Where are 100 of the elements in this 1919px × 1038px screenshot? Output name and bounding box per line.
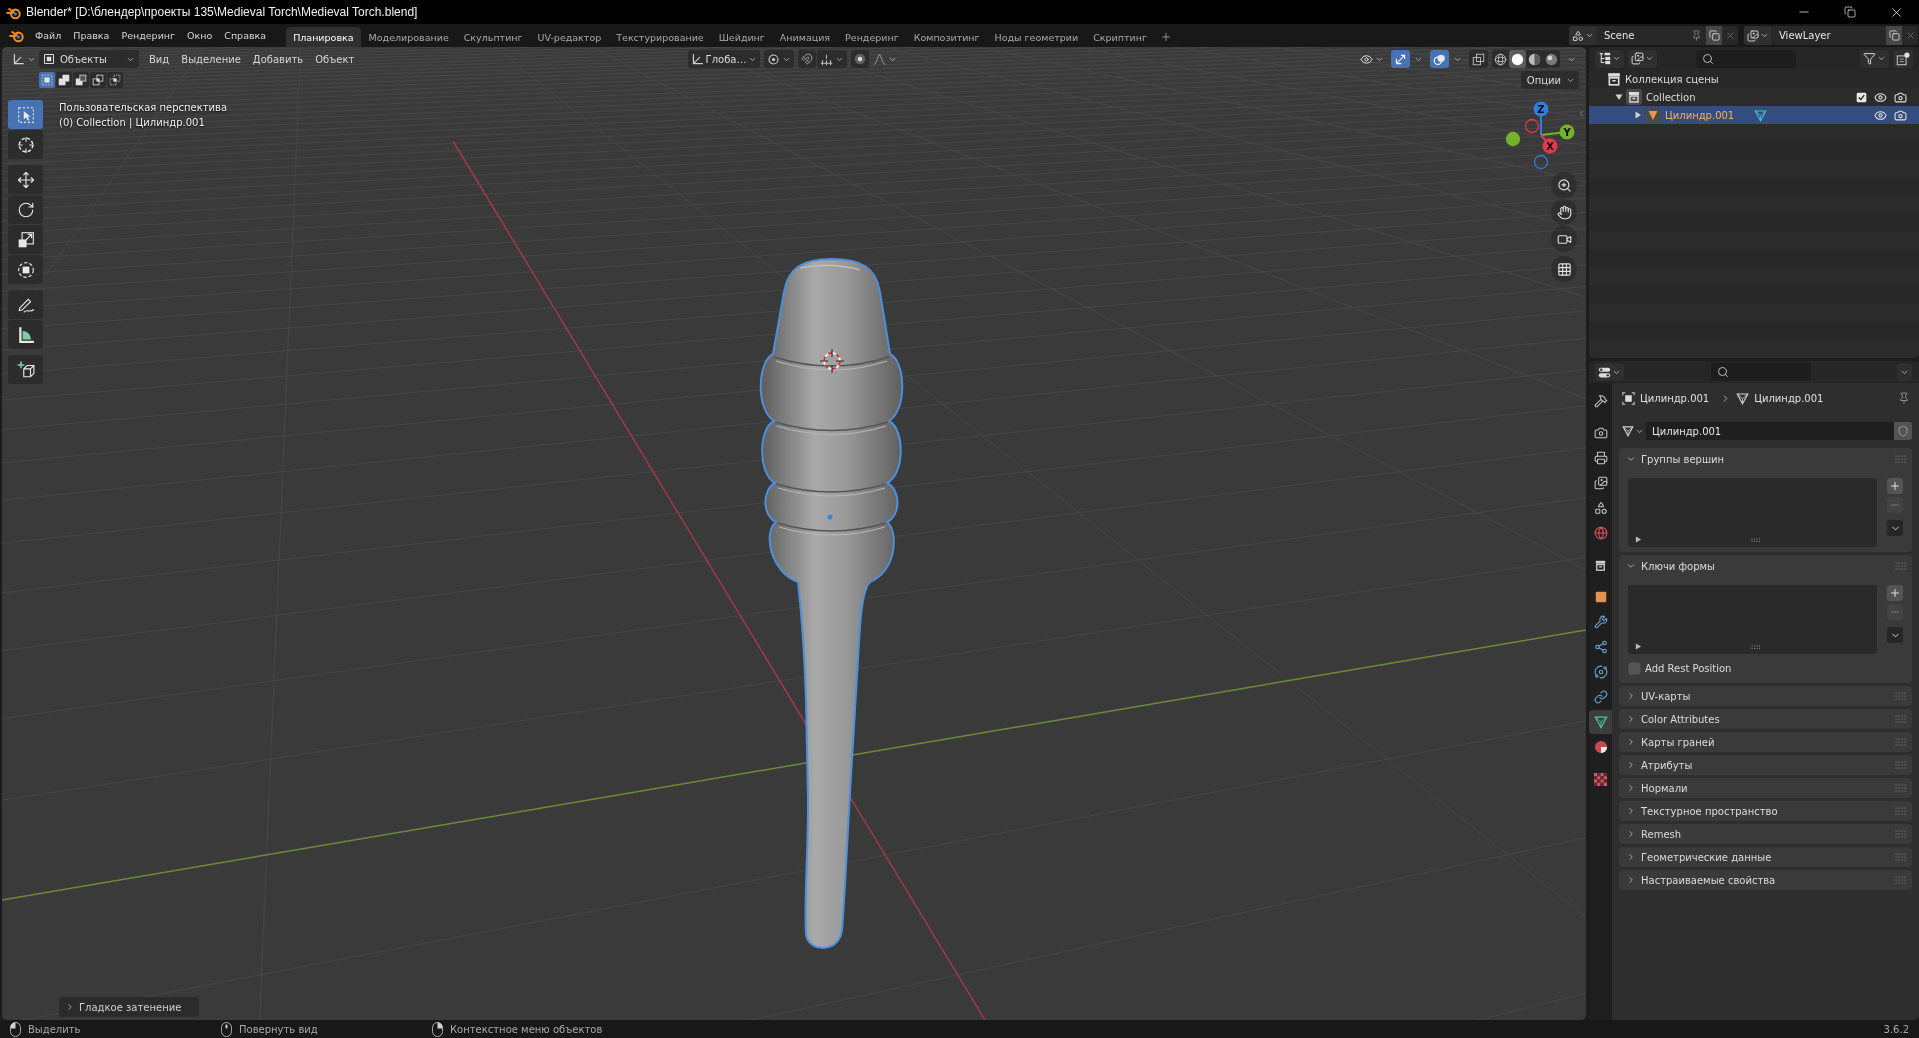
axis-handle[interactable]: Z (1533, 101, 1549, 117)
menu-item[interactable]: Выделение (175, 49, 247, 69)
proportional-toggle[interactable] (851, 50, 870, 68)
add-button[interactable] (1887, 585, 1903, 601)
workspace-tab[interactable]: Шейдинг (711, 27, 772, 47)
tool-button[interactable] (8, 165, 43, 194)
menu-item[interactable]: Объект (309, 49, 361, 69)
panel-header[interactable]: Ключи формы (1619, 555, 1912, 577)
mode-dropdown[interactable]: Объекты (39, 50, 139, 68)
menu-item[interactable]: Рендеринг (115, 25, 181, 46)
pan-button[interactable] (1551, 199, 1577, 225)
checkbox[interactable] (1628, 662, 1641, 675)
workspace-tab[interactable]: Моделирование (361, 27, 456, 47)
camera-icon[interactable] (1894, 90, 1907, 104)
select-mode-button[interactable] (107, 72, 123, 88)
expanded-triangle-icon[interactable] (1615, 93, 1623, 101)
panel-header[interactable]: Геометрические данные (1619, 847, 1912, 867)
filter-dropdown[interactable] (1628, 49, 1657, 68)
panel-header[interactable]: Нормали (1619, 778, 1912, 798)
options-dropdown[interactable]: Опции (1520, 71, 1579, 89)
version-label: 3.6.2 (1883, 1023, 1909, 1035)
axis-handle[interactable]: Y (1559, 124, 1575, 140)
eye-icon[interactable] (1874, 108, 1887, 122)
display-mode-dropdown[interactable] (1595, 49, 1624, 68)
sphere-icon (1593, 740, 1608, 754)
filter-options-dropdown[interactable] (1860, 49, 1889, 68)
workspace-tab[interactable]: Планировка (286, 27, 361, 47)
specials-menu-button[interactable] (1887, 627, 1903, 643)
name-field[interactable]: Цилиндр.001 (1646, 422, 1894, 440)
view-layer-browse-button[interactable] (1744, 26, 1771, 45)
outliner-row[interactable]: Цилиндр.001 (1589, 106, 1919, 124)
orientation-dropdown[interactable]: Глоба… (687, 50, 761, 68)
axis-handle[interactable] (1533, 154, 1549, 170)
magnet-icon (801, 53, 814, 65)
snap-target-dropdown[interactable] (817, 50, 848, 68)
perspective-toggle-button[interactable] (1551, 256, 1577, 282)
checkbox[interactable] (1856, 91, 1867, 103)
panel-header[interactable]: Атрибуты (1619, 755, 1912, 775)
xray-toggle[interactable] (1469, 50, 1488, 68)
add-button[interactable] (1887, 478, 1903, 494)
pin-icon[interactable] (1898, 392, 1910, 404)
panel-header[interactable]: Карты граней (1619, 732, 1912, 752)
tool-button[interactable] (8, 225, 43, 254)
panel-header[interactable]: Color Attributes (1619, 709, 1912, 729)
mesh-triangle-icon (1593, 715, 1608, 729)
axis-handle[interactable]: X (1542, 138, 1558, 154)
workspace-tab[interactable]: Анимация (772, 27, 838, 47)
select-mode-button[interactable] (90, 72, 106, 88)
snap-toggle[interactable] (798, 50, 817, 68)
new-view-layer-button[interactable] (1886, 26, 1902, 45)
pivot-dropdown[interactable] (764, 50, 795, 68)
new-collection-button[interactable] (1893, 49, 1913, 68)
menu-item[interactable]: Вид (143, 49, 176, 69)
tool-button[interactable] (8, 130, 43, 159)
chevron-right-icon (65, 1002, 75, 1012)
menu-item[interactable]: Правка (67, 25, 116, 46)
workspace-tab[interactable]: Композитинг (906, 27, 987, 47)
select-mode-button[interactable] (73, 72, 89, 88)
wrench-icon (1593, 615, 1608, 629)
workspace-tab[interactable]: Скульптинг (456, 27, 530, 47)
shading-mode-button[interactable] (1509, 50, 1526, 68)
eye-icon[interactable] (1874, 90, 1887, 104)
zoom-button[interactable] (1551, 172, 1577, 198)
last-operator-panel[interactable]: Гладкое затенение (59, 997, 199, 1017)
gizmo-toggle[interactable] (1391, 50, 1410, 68)
search-field[interactable] (1696, 49, 1796, 68)
specials-menu-button[interactable] (1887, 520, 1903, 536)
workspace-tab[interactable]: Рендеринг (838, 27, 906, 47)
scene-browse-button[interactable] (1569, 26, 1596, 45)
panel-header[interactable]: Remesh (1619, 824, 1912, 844)
panel-header[interactable]: UV-карты (1619, 686, 1912, 706)
tool-button[interactable] (8, 195, 43, 224)
menu-item[interactable]: Добавить (246, 49, 310, 69)
tool-button[interactable] (8, 290, 43, 319)
overlays-toggle[interactable] (1430, 50, 1449, 68)
menu-item[interactable]: Окно (181, 25, 219, 46)
camera-icon[interactable] (1894, 108, 1907, 122)
search-icon (1702, 52, 1714, 65)
search-field[interactable] (1710, 363, 1811, 381)
panel-header[interactable]: Текстурное пространство (1619, 801, 1912, 821)
menu-item[interactable]: Файл (29, 25, 68, 46)
editor-type-button[interactable] (1595, 363, 1624, 381)
workspace-tab[interactable]: Скриптинг (1086, 27, 1154, 47)
tool-button[interactable] (8, 320, 43, 349)
panel-header[interactable]: Настраиваемые свойства (1619, 870, 1912, 890)
select-mode-button[interactable] (56, 72, 72, 88)
menu-item[interactable]: Справка (218, 25, 273, 46)
workspace-tab[interactable]: Текстурирование (609, 27, 711, 47)
workspace-tab[interactable]: UV-редактор (530, 27, 609, 47)
zoom-icon (1556, 177, 1572, 193)
chevron-right-icon (1626, 691, 1636, 701)
axis-handle[interactable] (1524, 118, 1540, 134)
new-scene-button[interactable] (1706, 26, 1722, 45)
tool-button[interactable] (8, 355, 43, 384)
axis-handle[interactable] (1505, 131, 1521, 147)
camera-view-button[interactable] (1551, 226, 1577, 252)
tool-button[interactable] (8, 255, 43, 284)
workspace-tab[interactable]: Ноды геометрии (987, 27, 1086, 47)
window-title: Blender* [D:\блендер\проекты 135\Medieval Torch\Medieval Torch.blend] (26, 5, 418, 19)
collapsed-triangle-icon[interactable] (1634, 111, 1642, 119)
